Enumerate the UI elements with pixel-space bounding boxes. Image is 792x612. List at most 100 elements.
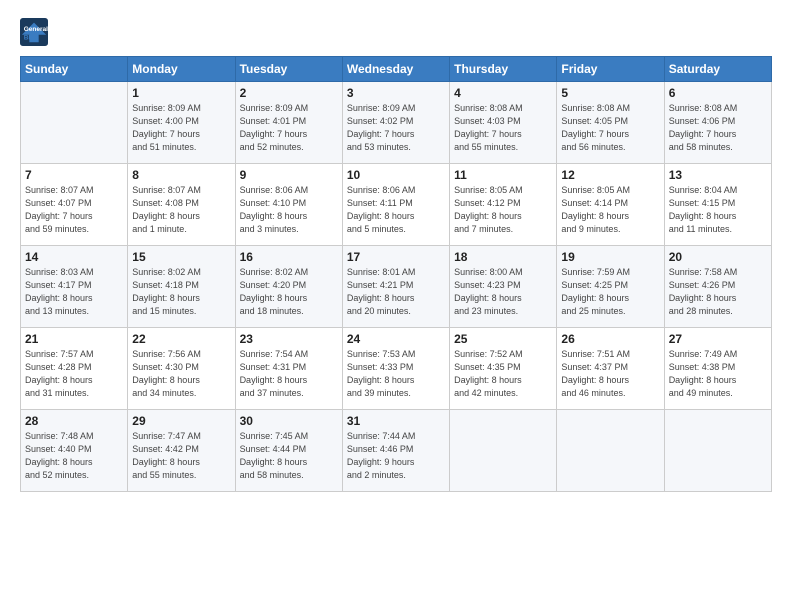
day-number: 6 <box>669 86 767 100</box>
day-info: Sunrise: 7:44 AM Sunset: 4:46 PM Dayligh… <box>347 430 445 482</box>
day-number: 19 <box>561 250 659 264</box>
calendar-cell: 8Sunrise: 8:07 AM Sunset: 4:08 PM Daylig… <box>128 164 235 246</box>
day-number: 9 <box>240 168 338 182</box>
logo: General Blue <box>20 18 52 46</box>
header-tuesday: Tuesday <box>235 57 342 82</box>
calendar-cell: 23 Sunrise: 7:54 AM Sunset: 4:31 PM Dayli… <box>235 328 342 410</box>
day-number: 24 <box>347 332 445 346</box>
header-saturday: Saturday <box>664 57 771 82</box>
day-info: Sunrise: 8:07 AM Sunset: 4:08 PM Dayligh… <box>132 184 230 236</box>
day-number: 23 <box>240 332 338 346</box>
header-sunday: Sunday <box>21 57 128 82</box>
page: General Blue SundayMondayTuesdayWednesda… <box>0 0 792 612</box>
day-number: 13 <box>669 168 767 182</box>
calendar-cell <box>557 410 664 492</box>
day-info: Sunrise: 8:09 AM Sunset: 4:02 PM Dayligh… <box>347 102 445 154</box>
calendar-cell <box>664 410 771 492</box>
header-row: SundayMondayTuesdayWednesdayThursdayFrid… <box>21 57 772 82</box>
calendar-cell: 22Sunrise: 7:56 AM Sunset: 4:30 PM Dayli… <box>128 328 235 410</box>
day-number: 7 <box>25 168 123 182</box>
day-number: 16 <box>240 250 338 264</box>
week-row-5: 28 Sunrise: 7:48 AM Sunset: 4:40 PM Dayli… <box>21 410 772 492</box>
calendar-cell: 28 Sunrise: 7:48 AM Sunset: 4:40 PM Dayli… <box>21 410 128 492</box>
day-info: Sunrise: 7:45 AM Sunset: 4:44 PM Dayligh… <box>240 430 338 482</box>
calendar-cell <box>21 82 128 164</box>
day-number: 10 <box>347 168 445 182</box>
day-number: 17 <box>347 250 445 264</box>
day-info: Sunrise: 8:08 AM Sunset: 4:05 PM Dayligh… <box>561 102 659 154</box>
calendar-cell: 24 Sunrise: 7:53 AM Sunset: 4:33 PM Dayli… <box>342 328 449 410</box>
header-monday: Monday <box>128 57 235 82</box>
day-info: Sunrise: 8:09 AM Sunset: 4:00 PM Dayligh… <box>132 102 230 154</box>
day-number: 2 <box>240 86 338 100</box>
day-info: Sunrise: 8:07 AM Sunset: 4:07 PM Dayligh… <box>25 184 123 236</box>
calendar-cell: 5 Sunrise: 8:08 AM Sunset: 4:05 PM Daylig… <box>557 82 664 164</box>
day-info: Sunrise: 7:57 AM Sunset: 4:28 PM Dayligh… <box>25 348 123 400</box>
week-row-4: 21 Sunrise: 7:57 AM Sunset: 4:28 PM Dayli… <box>21 328 772 410</box>
day-info: Sunrise: 8:06 AM Sunset: 4:10 PM Dayligh… <box>240 184 338 236</box>
calendar-cell: 15 Sunrise: 8:02 AM Sunset: 4:18 PM Dayli… <box>128 246 235 328</box>
day-info: Sunrise: 7:54 AM Sunset: 4:31 PM Dayligh… <box>240 348 338 400</box>
day-number: 31 <box>347 414 445 428</box>
header-friday: Friday <box>557 57 664 82</box>
week-row-3: 14Sunrise: 8:03 AM Sunset: 4:17 PM Dayli… <box>21 246 772 328</box>
calendar-header: SundayMondayTuesdayWednesdayThursdayFrid… <box>21 57 772 82</box>
day-number: 21 <box>25 332 123 346</box>
day-info: Sunrise: 8:02 AM Sunset: 4:18 PM Dayligh… <box>132 266 230 318</box>
calendar-cell: 26 Sunrise: 7:51 AM Sunset: 4:37 PM Dayli… <box>557 328 664 410</box>
calendar-cell: 20Sunrise: 7:58 AM Sunset: 4:26 PM Dayli… <box>664 246 771 328</box>
day-info: Sunrise: 8:08 AM Sunset: 4:03 PM Dayligh… <box>454 102 552 154</box>
calendar-cell <box>450 410 557 492</box>
calendar-cell: 29 Sunrise: 7:47 AM Sunset: 4:42 PM Dayli… <box>128 410 235 492</box>
svg-text:Blue: Blue <box>24 34 38 41</box>
day-info: Sunrise: 8:04 AM Sunset: 4:15 PM Dayligh… <box>669 184 767 236</box>
day-info: Sunrise: 7:48 AM Sunset: 4:40 PM Dayligh… <box>25 430 123 482</box>
calendar-cell: 3 Sunrise: 8:09 AM Sunset: 4:02 PM Daylig… <box>342 82 449 164</box>
day-info: Sunrise: 7:53 AM Sunset: 4:33 PM Dayligh… <box>347 348 445 400</box>
day-info: Sunrise: 7:51 AM Sunset: 4:37 PM Dayligh… <box>561 348 659 400</box>
day-number: 12 <box>561 168 659 182</box>
day-number: 11 <box>454 168 552 182</box>
week-row-1: 1 Sunrise: 8:09 AM Sunset: 4:00 PM Daylig… <box>21 82 772 164</box>
day-number: 15 <box>132 250 230 264</box>
calendar-cell: 27Sunrise: 7:49 AM Sunset: 4:38 PM Dayli… <box>664 328 771 410</box>
day-number: 4 <box>454 86 552 100</box>
day-info: Sunrise: 7:59 AM Sunset: 4:25 PM Dayligh… <box>561 266 659 318</box>
day-number: 18 <box>454 250 552 264</box>
day-number: 5 <box>561 86 659 100</box>
day-info: Sunrise: 8:06 AM Sunset: 4:11 PM Dayligh… <box>347 184 445 236</box>
header-wednesday: Wednesday <box>342 57 449 82</box>
day-number: 27 <box>669 332 767 346</box>
calendar-cell: 14Sunrise: 8:03 AM Sunset: 4:17 PM Dayli… <box>21 246 128 328</box>
calendar-cell: 30Sunrise: 7:45 AM Sunset: 4:44 PM Dayli… <box>235 410 342 492</box>
day-info: Sunrise: 8:05 AM Sunset: 4:12 PM Dayligh… <box>454 184 552 236</box>
calendar-cell: 19 Sunrise: 7:59 AM Sunset: 4:25 PM Dayli… <box>557 246 664 328</box>
day-number: 26 <box>561 332 659 346</box>
day-info: Sunrise: 7:58 AM Sunset: 4:26 PM Dayligh… <box>669 266 767 318</box>
calendar-cell: 1 Sunrise: 8:09 AM Sunset: 4:00 PM Daylig… <box>128 82 235 164</box>
calendar-cell: 13 Sunrise: 8:04 AM Sunset: 4:15 PM Dayli… <box>664 164 771 246</box>
day-info: Sunrise: 8:01 AM Sunset: 4:21 PM Dayligh… <box>347 266 445 318</box>
day-number: 14 <box>25 250 123 264</box>
calendar-cell: 7 Sunrise: 8:07 AM Sunset: 4:07 PM Daylig… <box>21 164 128 246</box>
calendar-cell: 9 Sunrise: 8:06 AM Sunset: 4:10 PM Daylig… <box>235 164 342 246</box>
calendar-cell: 4 Sunrise: 8:08 AM Sunset: 4:03 PM Daylig… <box>450 82 557 164</box>
day-number: 1 <box>132 86 230 100</box>
calendar-cell: 25Sunrise: 7:52 AM Sunset: 4:35 PM Dayli… <box>450 328 557 410</box>
calendar-cell: 21 Sunrise: 7:57 AM Sunset: 4:28 PM Dayli… <box>21 328 128 410</box>
svg-text:General: General <box>24 26 48 33</box>
calendar-body: 1 Sunrise: 8:09 AM Sunset: 4:00 PM Daylig… <box>21 82 772 492</box>
day-number: 29 <box>132 414 230 428</box>
day-info: Sunrise: 8:09 AM Sunset: 4:01 PM Dayligh… <box>240 102 338 154</box>
day-info: Sunrise: 7:56 AM Sunset: 4:30 PM Dayligh… <box>132 348 230 400</box>
day-info: Sunrise: 7:47 AM Sunset: 4:42 PM Dayligh… <box>132 430 230 482</box>
header: General Blue <box>20 18 772 46</box>
calendar-cell: 6Sunrise: 8:08 AM Sunset: 4:06 PM Daylig… <box>664 82 771 164</box>
day-number: 28 <box>25 414 123 428</box>
week-row-2: 7 Sunrise: 8:07 AM Sunset: 4:07 PM Daylig… <box>21 164 772 246</box>
calendar-cell: 12Sunrise: 8:05 AM Sunset: 4:14 PM Dayli… <box>557 164 664 246</box>
day-number: 3 <box>347 86 445 100</box>
calendar-cell: 31 Sunrise: 7:44 AM Sunset: 4:46 PM Dayli… <box>342 410 449 492</box>
day-info: Sunrise: 7:52 AM Sunset: 4:35 PM Dayligh… <box>454 348 552 400</box>
calendar-cell: 18Sunrise: 8:00 AM Sunset: 4:23 PM Dayli… <box>450 246 557 328</box>
